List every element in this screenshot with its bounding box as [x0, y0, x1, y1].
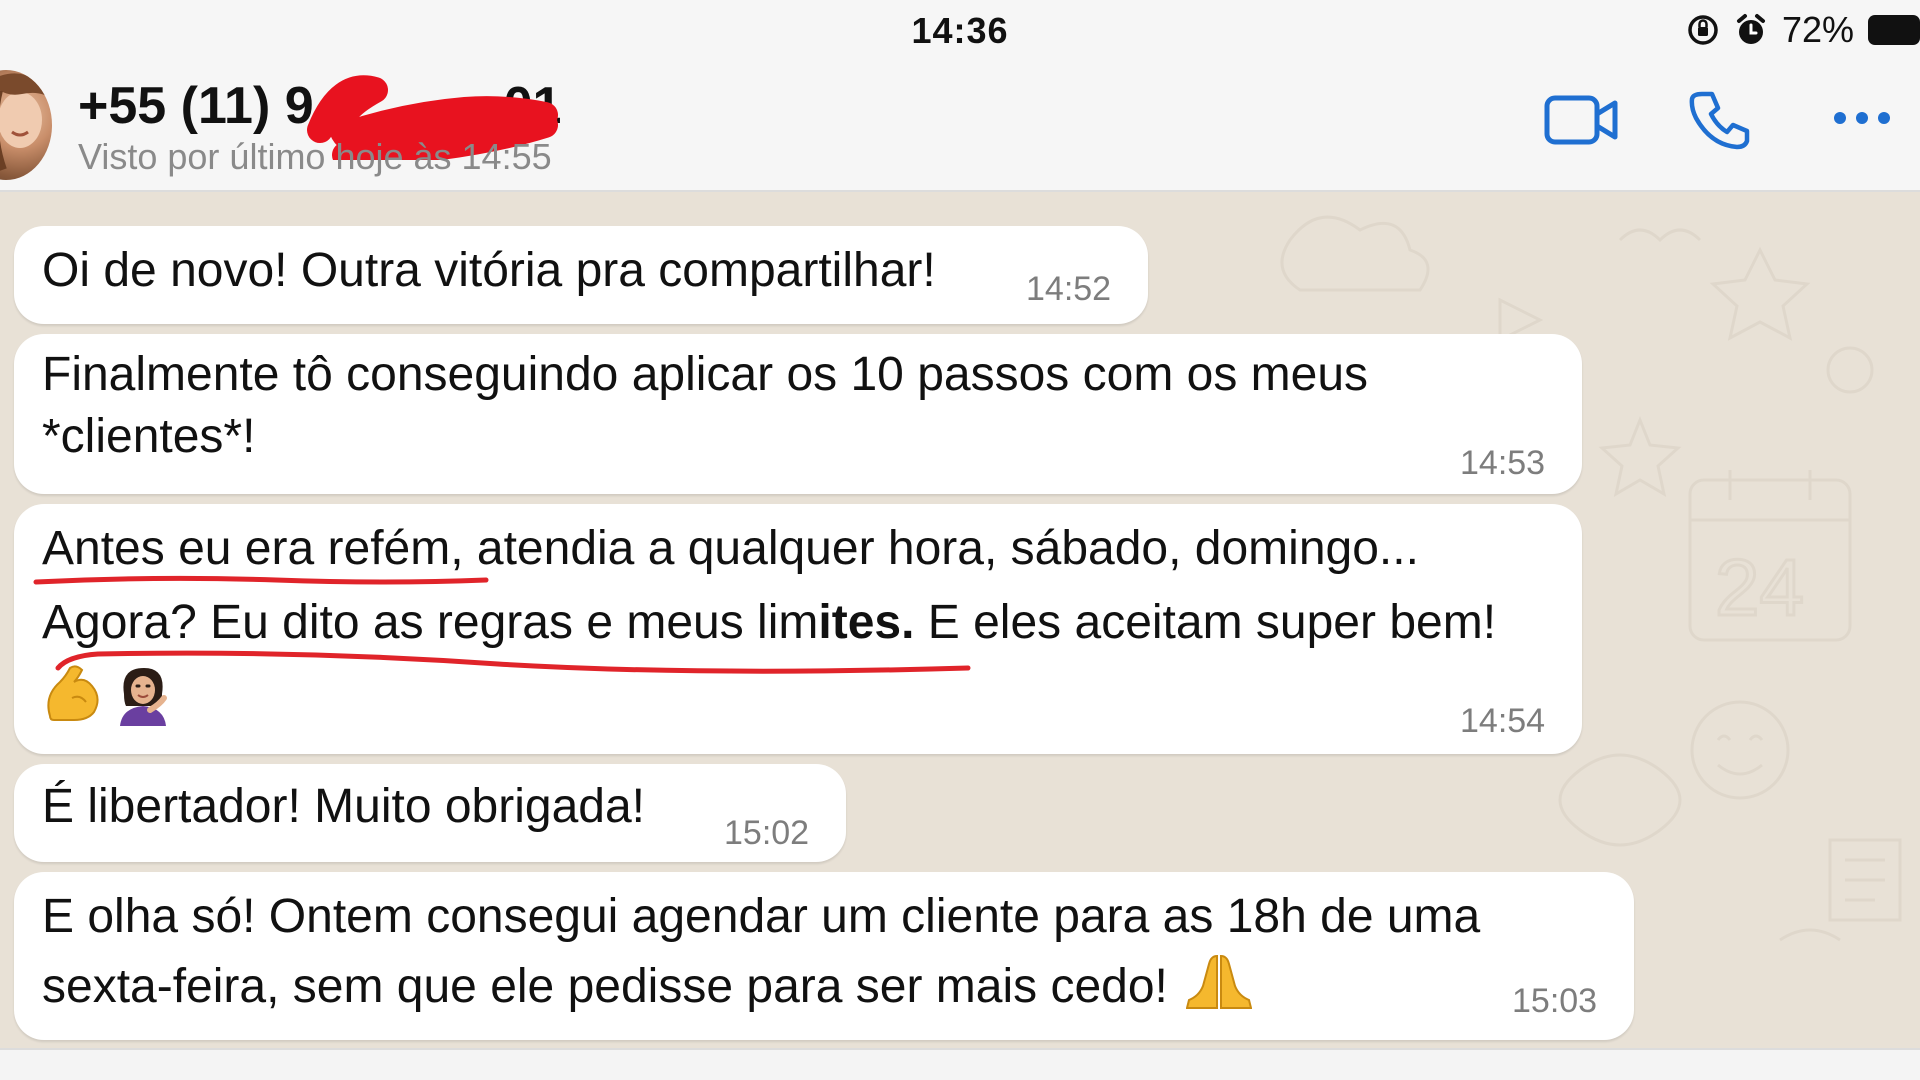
message-time: 14:54 — [1460, 702, 1546, 740]
more-options-icon — [1834, 112, 1890, 124]
bold-text: ites. — [818, 596, 915, 649]
message-text: Antes eu era refém, atendia a qualquer h… — [42, 522, 1419, 575]
battery-percentage: 72% — [1781, 9, 1854, 50]
video-call-icon — [1544, 95, 1618, 145]
video-call-button[interactable] — [1544, 92, 1620, 148]
message-text: *clientes*! — [42, 410, 256, 463]
flexed-biceps-emoji — [47, 665, 99, 721]
message-text: Agora? Eu dito as regras e meus limites.… — [42, 596, 1497, 649]
folded-hands-emoji — [1185, 954, 1253, 1009]
underlined-phrase: Antes eu era refém — [42, 522, 451, 575]
message-bubble[interactable]: E olha só! Ontem consegui agendar um cli… — [14, 872, 1634, 1040]
message-list: Oi de novo! Outra vitória pra compartilh… — [0, 190, 1920, 1080]
message-bubble[interactable]: Oi de novo! Outra vitória pra compartilh… — [14, 226, 1148, 324]
message-time: 14:53 — [1460, 444, 1546, 482]
message-time: 15:02 — [724, 814, 810, 852]
message-time: 14:52 — [1026, 270, 1112, 308]
message-text: E olha só! Ontem consegui agendar um cli… — [42, 890, 1481, 943]
message-time: 15:03 — [1512, 982, 1598, 1020]
woman-tipping-hand-emoji — [120, 668, 167, 726]
alarm-icon — [1734, 13, 1768, 47]
emoji-row — [42, 664, 172, 726]
last-seen-status: Visto por último hoje às 14:55 — [78, 136, 552, 177]
phone-icon — [1689, 91, 1750, 150]
screen-rotation-lock-icon — [1686, 13, 1720, 47]
message-bubble[interactable]: É libertador! Muito obrigada! 15:02 — [14, 764, 846, 862]
message-text: Finalmente tô conseguindo aplicar os 10 … — [42, 348, 1369, 401]
message-text: sexta-feira, sem que ele pedisse para se… — [42, 952, 1253, 1018]
status-time: 14:36 — [911, 10, 1009, 51]
more-options-button[interactable] — [1830, 106, 1894, 130]
contact-avatar[interactable] — [0, 70, 52, 180]
status-bar: 14:36 72% — [0, 0, 1920, 60]
message-bubble[interactable]: Finalmente tô conseguindo aplicar os 10 … — [14, 334, 1582, 494]
status-icons: 72% — [1686, 8, 1920, 52]
message-text: É libertador! Muito obrigada! — [42, 780, 645, 833]
whatsapp-chat-screen: 24 14:36 72% +55 (11) 9 01 Visto por últ… — [0, 0, 1920, 1080]
input-bar-edge — [0, 1048, 1920, 1080]
chat-header: +55 (11) 9 01 Visto por último hoje às 14… — [0, 60, 1920, 192]
voice-call-button[interactable] — [1688, 88, 1752, 152]
message-text: Oi de novo! Outra vitória pra compartilh… — [42, 244, 936, 297]
message-bubble[interactable]: Antes eu era refém, atendia a qualquer h… — [14, 504, 1582, 754]
battery-icon — [1868, 15, 1920, 45]
underlined-phrase: Agora? Eu dito as regras e meus lim — [42, 596, 819, 649]
